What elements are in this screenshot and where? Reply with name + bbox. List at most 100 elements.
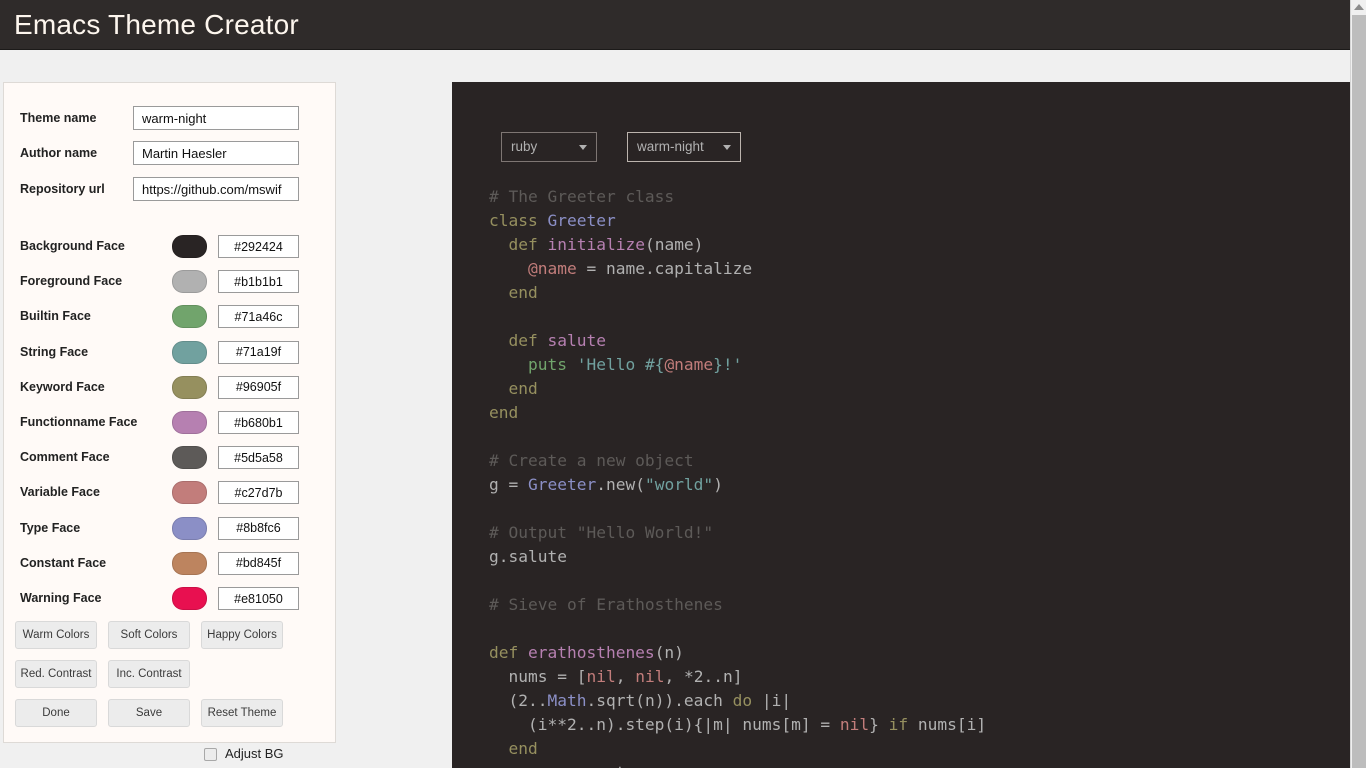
meta-field-input[interactable] [133,141,299,165]
code-line: def initialize(name) [489,233,986,257]
code-line: end [489,737,986,761]
face-color-swatch[interactable] [172,551,207,575]
code-line: end [489,401,986,425]
settings-panel: Theme name Author name Repository url Back… [3,82,336,761]
code-token-type: Math [547,691,587,710]
save-button[interactable]: Save [108,699,190,727]
reset-theme-button[interactable]: Reset Theme [201,699,283,727]
code-token-type: Greeter [547,211,616,230]
face-hex-input[interactable] [218,305,299,329]
face-hex-input[interactable] [218,340,299,364]
face-hex-input[interactable] [218,235,299,258]
meta-field-input[interactable] [133,106,299,130]
adjust-bg-checkbox[interactable] [204,748,217,761]
code-token-fg: = name.capitalize [576,259,753,278]
chevron-down-icon [579,145,587,150]
face-hex-input[interactable] [218,481,299,505]
code-token-keyword: end [489,379,538,398]
code-token-keyword: end [489,739,538,758]
happy-colors-button[interactable]: Happy Colors [201,621,283,649]
code-token-fg: nums.compact [489,763,625,768]
code-token-fg: g.salute [489,547,567,566]
face-color-swatch[interactable] [172,411,207,434]
face-color-swatch[interactable] [172,587,207,610]
code-token-variable: @name [664,355,714,374]
code-line: @name = name.capitalize [489,257,986,281]
code-line: nums.compact [489,761,986,768]
face-color-swatch[interactable] [172,340,207,364]
face-hex-input[interactable] [218,587,299,610]
code-token-keyword: end [489,283,538,302]
code-token-fg: } [869,715,889,734]
face-hex-input[interactable] [218,551,299,575]
code-line: # Create a new object [489,449,986,473]
code-preview-panel: ruby warm-night # The Greeter class class… [452,82,1350,768]
face-color-swatch[interactable] [172,375,207,399]
code-token-variable: @name [527,259,577,278]
code-line: g.salute [489,545,986,569]
face-hex-input[interactable] [218,375,299,399]
code-token-comment: # The Greeter class [489,187,675,206]
code-line: def salute [489,329,986,353]
code-token-variable: nil [586,667,616,686]
code-token-fg: ) [713,475,723,494]
increase-contrast-button[interactable]: Inc. Contrast [108,660,190,688]
code-token-keyword: end [489,403,519,422]
meta-field-label: Theme name [20,111,97,125]
language-select[interactable]: ruby [501,132,597,162]
code-token-string: 'Hello #{ [576,355,665,374]
code-token-fg: nums = [ [489,667,587,686]
code-token-fg: (i**2..n).step(i){|m| nums[m] = [489,715,840,734]
face-color-swatch[interactable] [172,516,207,540]
face-label: Background Face [20,239,125,253]
face-color-swatch[interactable] [172,235,207,258]
scroll-up-arrow-icon[interactable] [1354,4,1364,10]
code-token-fg [567,355,577,374]
face-hex-input[interactable] [218,270,299,294]
face-color-swatch[interactable] [172,305,207,329]
face-color-swatch[interactable] [172,270,207,294]
code-token-comment: # Create a new object [489,451,694,470]
code-token-comment: # Sieve of Erathosthenes [489,595,723,614]
face-label: Warning Face [20,591,102,605]
code-token-keyword: def [489,643,528,662]
code-token-fg [489,355,528,374]
face-hex-input[interactable] [218,411,299,434]
page-scrollbar[interactable] [1350,0,1366,768]
meta-field-label: Repository url [20,182,105,196]
meta-field-label: Author name [20,146,98,160]
code-token-fg: , [615,667,636,686]
face-hex-input[interactable] [218,516,299,540]
meta-field-input[interactable] [133,177,299,201]
code-line: # The Greeter class [489,185,986,209]
face-label: Constant Face [20,555,107,570]
face-label: Variable Face [20,485,100,500]
code-token-fg: .sqrt(n)).each [586,691,733,710]
scrollbar-thumb[interactable] [1352,15,1366,768]
reduce-contrast-button[interactable]: Red. Contrast [15,660,97,688]
code-token-string: }!' [713,355,743,374]
face-label: Foreground Face [20,274,123,289]
code-token-fg: .new( [596,475,645,494]
code-token-function: salute [547,331,606,350]
warm-colors-button[interactable]: Warm Colors [15,621,97,649]
face-label: Functionname Face [20,415,138,429]
code-token-builtin: puts [527,355,567,374]
page-title: Emacs Theme Creator [14,9,299,40]
face-hex-input[interactable] [218,446,299,470]
adjust-bg-label: Adjust BG [225,746,284,761]
soft-colors-button[interactable]: Soft Colors [108,621,190,649]
face-label: Builtin Face [20,309,91,324]
face-color-swatch[interactable] [172,481,207,505]
theme-select[interactable]: warm-night [627,132,741,162]
face-color-swatch[interactable] [172,446,207,470]
code-line: # Output "Hello World!" [489,521,986,545]
code-token-comment: # Output "Hello World!" [489,523,714,542]
code-line: nums = [nil, nil, *2..n] [489,665,986,689]
done-button[interactable]: Done [15,699,97,727]
code-token-keyword: if [888,715,909,734]
